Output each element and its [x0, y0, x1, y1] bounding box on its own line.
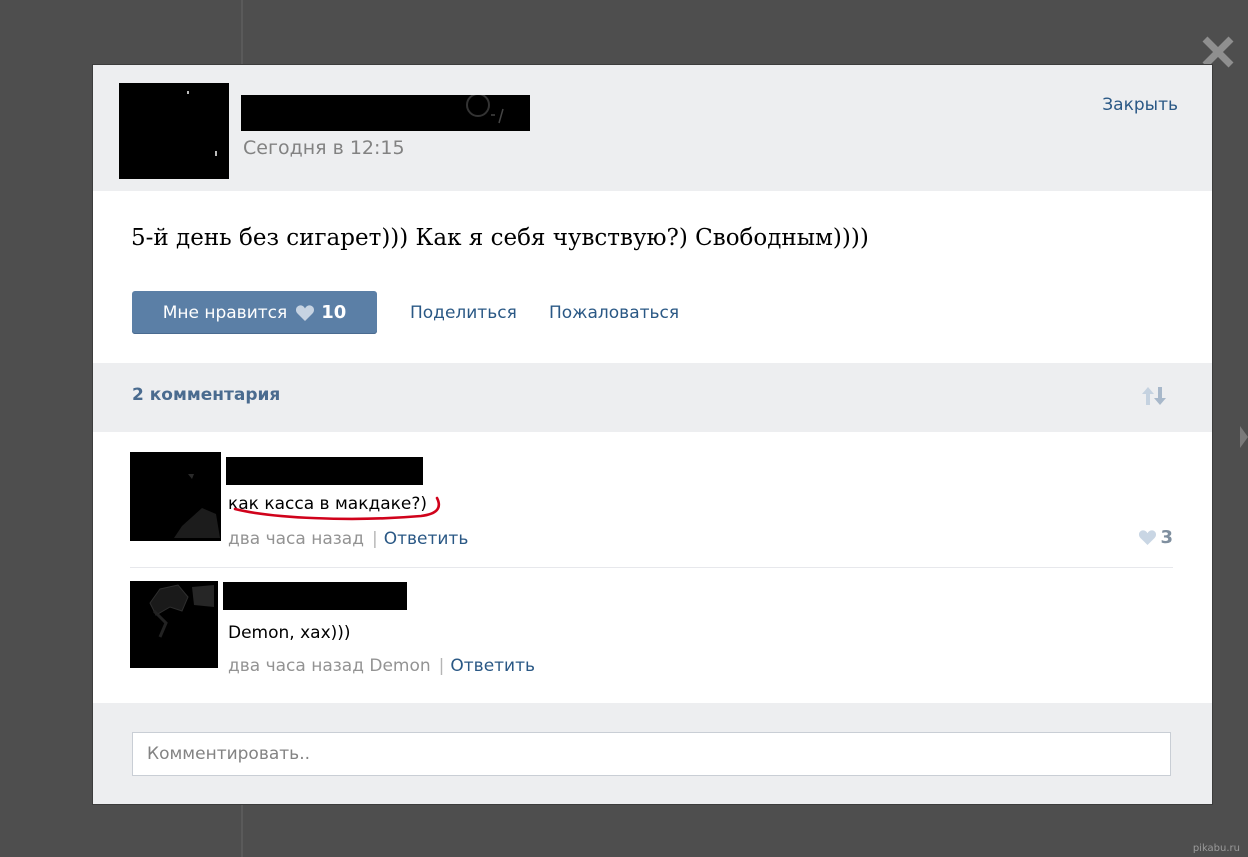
- post-header: Сегодня в 12:15 Закрыть: [93, 65, 1212, 191]
- comment-avatar[interactable]: [130, 581, 218, 668]
- meta-separator: |: [438, 656, 445, 676]
- comment-author-redacted: [226, 457, 423, 485]
- reply-link[interactable]: Ответить: [384, 529, 469, 549]
- comment-avatar[interactable]: [130, 452, 221, 541]
- comment-time: два часа назад Demon: [228, 656, 431, 676]
- sort-order-icon[interactable]: [1140, 385, 1168, 407]
- comment-text: Demon, хах))): [228, 623, 351, 643]
- comment-author-redacted: [223, 582, 407, 610]
- next-arrow-icon[interactable]: [1240, 424, 1248, 450]
- close-link[interactable]: Закрыть: [1102, 95, 1178, 115]
- like-button[interactable]: Мне нравится 10: [132, 291, 377, 334]
- heart-icon: [295, 304, 315, 322]
- comment-like-count: 3: [1160, 527, 1173, 548]
- report-link[interactable]: Пожаловаться: [549, 303, 679, 323]
- like-button-label: Мне нравится: [162, 302, 288, 323]
- comment-text: как касса в макдаке?): [228, 494, 428, 514]
- comment-item: как касса в макдаке?) два часа назад | Отв…: [130, 452, 1173, 552]
- comment-meta: два часа назад Demon | Ответить: [228, 656, 535, 676]
- comment-divider: [130, 567, 1173, 568]
- comment-time: два часа назад: [228, 529, 364, 549]
- reply-link[interactable]: Ответить: [450, 656, 535, 676]
- comments-count: 2 комментария: [132, 385, 281, 405]
- meta-separator: |: [371, 529, 378, 549]
- heart-icon: [1139, 530, 1157, 546]
- like-count: 10: [321, 302, 347, 323]
- comment-like-button[interactable]: 3: [1138, 527, 1173, 548]
- comment-composer-bar: [93, 703, 1212, 804]
- author-avatar[interactable]: [119, 83, 229, 179]
- comment-meta: два часа назад | Ответить: [228, 529, 468, 549]
- author-name-redacted: [241, 93, 530, 131]
- post-modal: Сегодня в 12:15 Закрыть 5-й день без сиг…: [93, 65, 1212, 804]
- comment-input[interactable]: [132, 732, 1171, 776]
- share-link[interactable]: Поделиться: [410, 303, 517, 323]
- comment-item: Demon, хах))) два часа назад Demon | Ответ…: [130, 581, 1173, 681]
- watermark: pikabu.ru: [1192, 843, 1240, 854]
- comments-header: 2 комментария: [93, 363, 1212, 432]
- post-text: 5-й день без сигарет))) Как я себя чувст…: [131, 225, 869, 251]
- post-timestamp: Сегодня в 12:15: [243, 137, 405, 159]
